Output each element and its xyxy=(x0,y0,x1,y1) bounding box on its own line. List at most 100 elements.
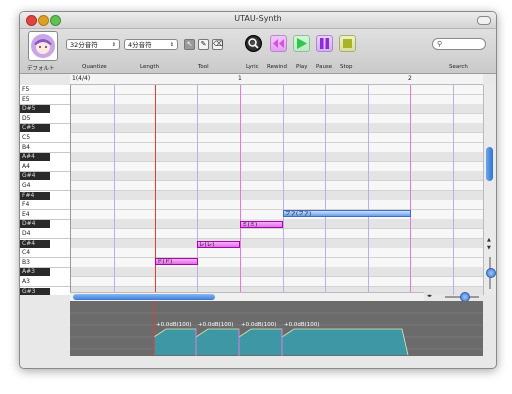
horizontal-scroll-thumb[interactable] xyxy=(73,294,215,300)
piano-key[interactable]: C5 xyxy=(20,134,70,142)
piano-key[interactable]: G#3 xyxy=(20,288,50,295)
grid-row[interactable] xyxy=(71,277,483,287)
vertical-zoom-knob[interactable] xyxy=(486,268,496,278)
piano-key[interactable]: A3 xyxy=(20,278,70,286)
grid-row[interactable] xyxy=(71,123,483,133)
time-signature: 1(4/4) xyxy=(72,75,91,82)
key-separator xyxy=(20,238,70,239)
piano-key[interactable]: G#4 xyxy=(20,172,50,180)
grid-row[interactable] xyxy=(71,229,483,239)
search-icon: ⚲ xyxy=(437,40,443,48)
scroll-down-arrow-icon[interactable]: ▼ xyxy=(487,245,491,251)
window-title: UTAU-Synth xyxy=(234,14,282,23)
tool-label: Tool xyxy=(198,64,209,70)
quantize-value: 32分音符 xyxy=(70,41,98,49)
quantize-label: Quantize xyxy=(82,64,107,70)
timeline-ruler[interactable]: 1(4/4) 1 2 xyxy=(70,74,483,85)
vertical-scroll-thumb[interactable] xyxy=(486,147,493,181)
singer-label: デフォルト xyxy=(27,66,55,72)
piano-key[interactable]: A#3 xyxy=(20,268,50,276)
piano-key[interactable]: D#5 xyxy=(20,105,50,113)
bar-2-label: 2 xyxy=(408,75,412,82)
grid-row[interactable] xyxy=(71,181,483,191)
resize-grip-icon[interactable] xyxy=(487,359,495,368)
volume-envelope-panel[interactable]: +0.0dB(100) +0.0dB(100) +0.0dB(100) +0.0… xyxy=(70,301,483,356)
piano-key[interactable]: B4 xyxy=(20,144,70,152)
tool-select-arrow-icon[interactable]: ↖ xyxy=(184,39,195,50)
volume-label-2: +0.0dB(100) xyxy=(198,322,233,328)
grid-row[interactable] xyxy=(71,152,483,162)
key-separator xyxy=(20,257,70,258)
piano-key[interactable]: C#5 xyxy=(20,124,50,132)
play-button[interactable] xyxy=(293,35,310,52)
piano-key[interactable]: F4 xyxy=(20,201,70,209)
piano-key[interactable]: E5 xyxy=(20,96,70,104)
bar-1-label: 1 xyxy=(238,75,242,82)
toolbar: デフォルト 32分音符 ⇕ Quantize 4分音符 ⇕ Length ↖ ✎… xyxy=(20,29,496,74)
toolbar-toggle-button[interactable] xyxy=(477,16,491,25)
select-arrows-icon: ⇕ xyxy=(111,42,116,48)
app-window: UTAU-Synth デフォルト 32分音符 ⇕ Quantize 4分音符 ⇕… xyxy=(19,11,497,369)
piano-key[interactable]: G4 xyxy=(20,182,70,190)
quantize-select[interactable]: 32分音符 ⇕ xyxy=(66,39,120,50)
grid-row[interactable] xyxy=(71,248,483,258)
scroll-up-arrow-icon[interactable]: ▲ xyxy=(487,237,491,243)
piano-key[interactable]: B3 xyxy=(20,259,70,267)
piano-keyboard[interactable]: F5 E5 D#5 D5 C#5 C5 B4 A#4 A4 G#4 G4 F#4 F4 E4 D#4 D4 C#… xyxy=(20,85,71,295)
rewind-button[interactable] xyxy=(270,35,287,52)
bar-line xyxy=(410,85,411,295)
singer-portrait-icon xyxy=(31,34,55,58)
piano-key[interactable]: E4 xyxy=(20,211,70,219)
stop-icon xyxy=(343,39,352,48)
grid-row[interactable] xyxy=(71,171,483,181)
note-f4[interactable]: ファ(ファ) xyxy=(283,210,411,217)
length-select[interactable]: 4分音符 ⇕ xyxy=(124,39,178,50)
grid-row[interactable] xyxy=(71,267,483,277)
pause-icon xyxy=(320,38,329,49)
note-d4[interactable]: レ(レ) xyxy=(197,241,240,248)
play-label: Play xyxy=(296,64,308,70)
key-separator xyxy=(20,190,70,191)
piano-key[interactable]: D4 xyxy=(20,230,70,238)
piano-key[interactable]: A4 xyxy=(20,163,70,171)
grid-row[interactable] xyxy=(71,200,483,210)
grid-row[interactable] xyxy=(71,85,483,95)
grid-row[interactable] xyxy=(71,104,483,114)
magnifier-icon xyxy=(248,38,259,49)
scroll-left-arrow-icon[interactable]: ◂▸ xyxy=(427,293,432,299)
rewind-icon xyxy=(273,39,284,48)
note-lyric: レ(レ) xyxy=(199,242,215,248)
volume-label-4: +0.0dB(100) xyxy=(284,322,319,328)
select-arrows-icon: ⇕ xyxy=(169,42,174,48)
note-lyric: ファ(ファ) xyxy=(285,211,312,217)
piano-roll-grid[interactable]: ド(ド) レ(レ) ミ(ミ) ファ(ファ) xyxy=(71,85,483,295)
piano-key[interactable]: F#4 xyxy=(20,192,50,200)
singer-avatar[interactable] xyxy=(28,31,58,61)
grid-row[interactable] xyxy=(71,133,483,143)
piano-key[interactable]: A#4 xyxy=(20,153,50,161)
beat-line xyxy=(114,85,115,295)
vertical-scrollbar[interactable]: ▲ ▼ xyxy=(483,85,496,295)
piano-key[interactable]: F5 xyxy=(20,86,70,94)
stop-label: Stop xyxy=(340,64,353,70)
play-icon xyxy=(297,38,307,49)
piano-key[interactable]: C4 xyxy=(20,249,70,257)
rewind-label: Rewind xyxy=(267,64,287,70)
key-separator xyxy=(20,94,70,95)
stop-button[interactable] xyxy=(339,35,356,52)
lyric-button[interactable] xyxy=(245,35,262,52)
tool-pencil-icon[interactable]: ✎ xyxy=(198,39,209,50)
horizontal-scrollbar[interactable] xyxy=(70,292,424,301)
piano-key[interactable]: C#4 xyxy=(20,240,50,248)
piano-key[interactable]: D#4 xyxy=(20,220,50,228)
pause-button[interactable] xyxy=(316,35,333,52)
note-c4[interactable]: ド(ド) xyxy=(155,258,198,265)
piano-key[interactable]: D5 xyxy=(20,115,70,123)
note-e4[interactable]: ミ(ミ) xyxy=(240,221,283,228)
search-field[interactable]: ⚲ xyxy=(432,38,486,50)
note-lyric: ミ(ミ) xyxy=(242,222,258,228)
tool-eraser-icon[interactable]: ⌫ xyxy=(212,39,223,50)
volume-envelope-graph: +0.0dB(100) +0.0dB(100) +0.0dB(100) +0.0… xyxy=(70,301,483,356)
title-bar: UTAU-Synth xyxy=(20,12,496,29)
bar-line xyxy=(240,85,241,295)
